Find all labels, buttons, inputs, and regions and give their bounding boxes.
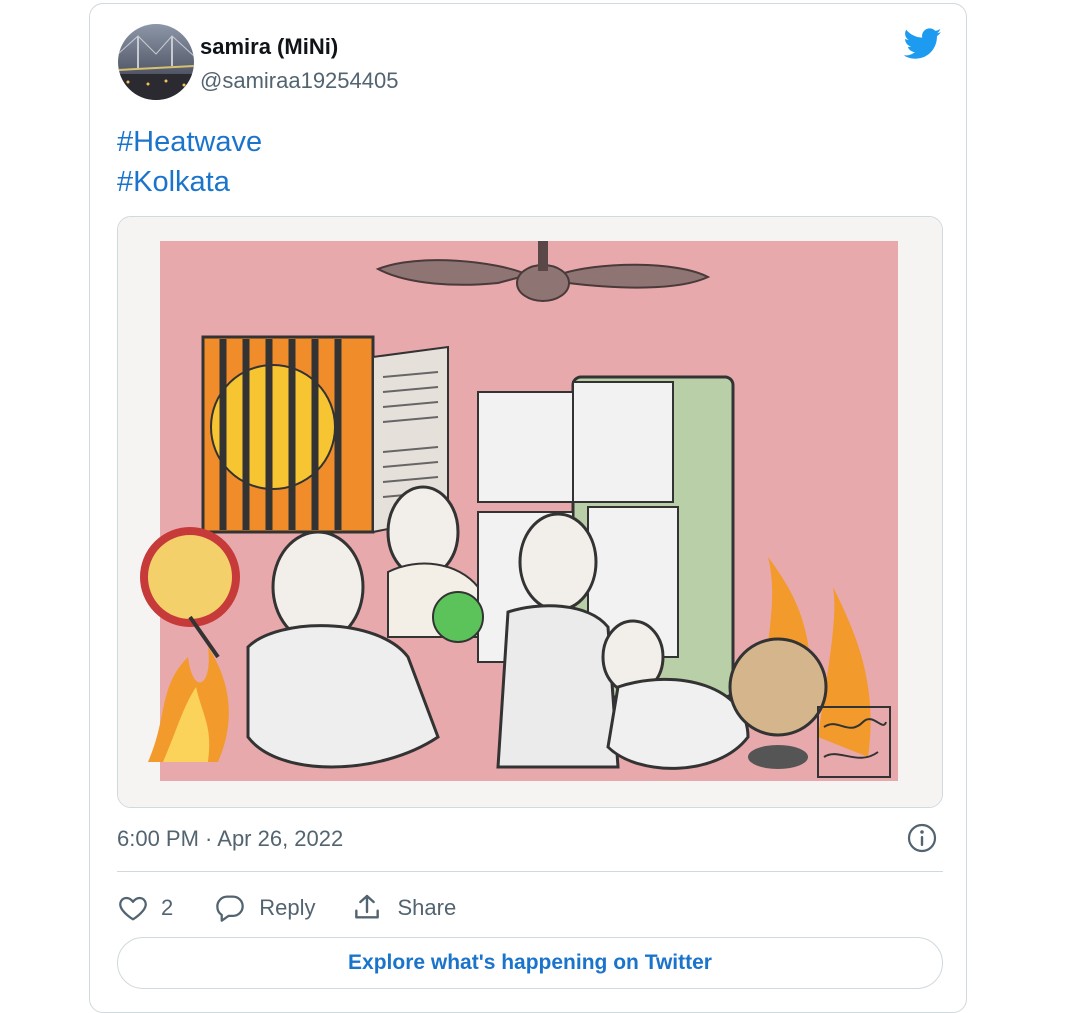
twitter-bird-icon[interactable] [903,28,942,60]
tweet-card: samira (MiNi) @samiraa19254405 #Heatwave… [89,3,967,1013]
explore-twitter-button[interactable]: Explore what's happening on Twitter [117,937,943,989]
hashtag-link[interactable]: #Heatwave [117,122,262,162]
heart-icon [117,892,149,924]
tweet-media-cartoon[interactable] [117,216,943,808]
author-handle[interactable]: @samiraa19254405 [200,68,398,94]
author-name[interactable]: samira (MiNi) [200,34,338,60]
speech-bubble-icon [213,892,247,924]
share-button[interactable]: Share [350,892,457,924]
divider [117,871,943,872]
reply-label: Reply [259,895,316,920]
author-avatar[interactable] [118,24,194,100]
share-upload-icon [350,892,384,924]
tweet-text: #Heatwave #Kolkata [117,122,262,202]
info-icon[interactable] [906,822,938,854]
tweet-actions: 2 Reply Share [117,888,456,928]
reply-button[interactable]: Reply [213,892,316,924]
like-button[interactable]: 2 [117,892,173,924]
tweet-timestamp[interactable]: 6:00 PM · Apr 26, 2022 [117,826,343,852]
share-label: Share [397,895,457,920]
hashtag-link[interactable]: #Kolkata [117,162,262,202]
like-count: 2 [161,895,174,920]
